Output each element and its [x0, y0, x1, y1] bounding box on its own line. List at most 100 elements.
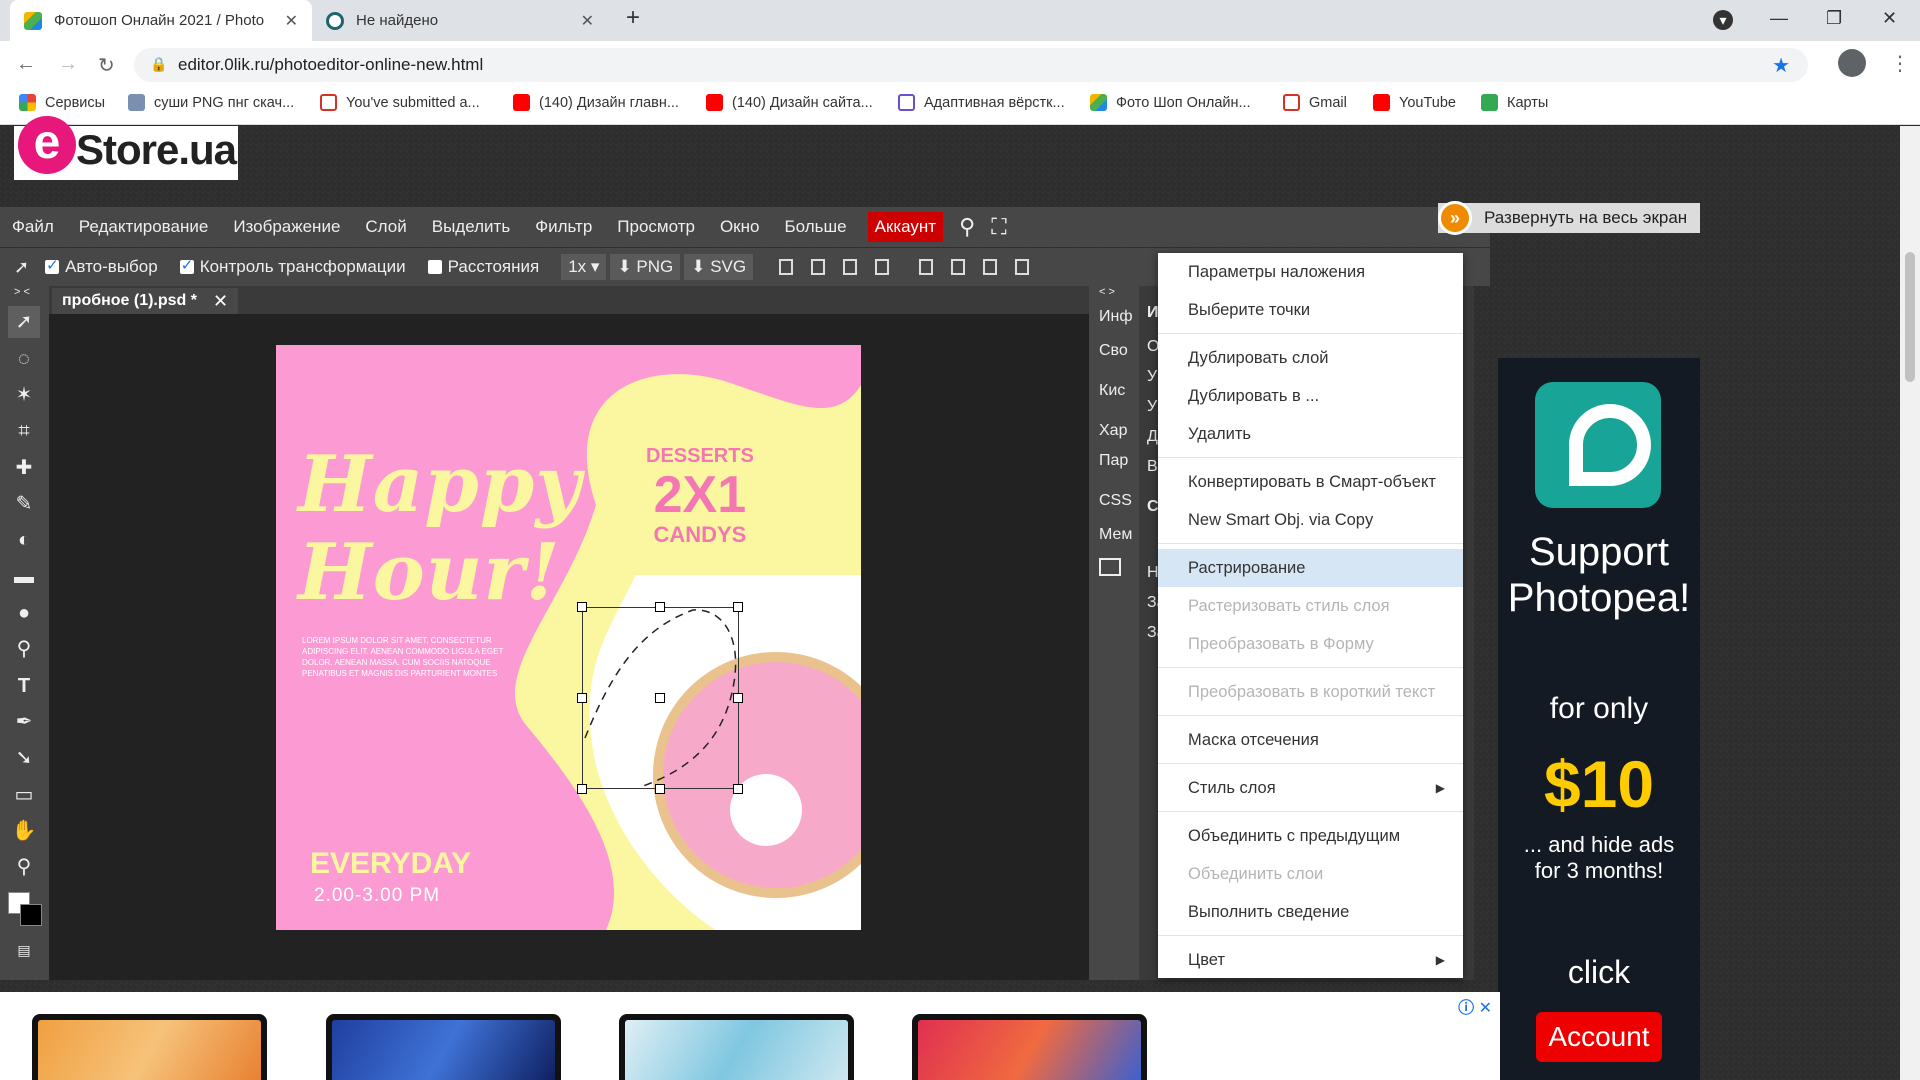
more-menu-icon[interactable]: ⋮	[1890, 51, 1910, 76]
bookmark-item[interactable]: You've submitted a...	[320, 94, 480, 111]
menu-layer[interactable]: Слой	[365, 217, 406, 237]
crop-tool-icon[interactable]: ⌗	[8, 415, 40, 447]
canvas-artwork[interactable]: Happy Hour! LOREM IPSUM DOLOR SIT AMET, C…	[276, 345, 861, 930]
account-button[interactable]: Аккаунт	[867, 212, 944, 242]
distances-checkbox[interactable]: Расстояния	[427, 257, 539, 277]
ad-close-icon[interactable]: ⓘ ✕	[1458, 994, 1492, 1018]
transform-handle[interactable]	[577, 693, 587, 703]
transform-selection[interactable]	[577, 602, 743, 794]
menu-file[interactable]: Файл	[12, 217, 54, 237]
bookmark-item[interactable]: (140) Дизайн главн...	[513, 94, 679, 111]
back-icon[interactable]: ←	[16, 53, 36, 76]
zoom-select[interactable]: 1x ▾	[561, 254, 607, 280]
menu-item-duplicate-into[interactable]: Дублировать в ...	[1158, 377, 1463, 415]
healing-brush-icon[interactable]: ✚	[8, 452, 40, 484]
bookmark-item[interactable]: суши PNG пнг скач...	[128, 94, 294, 111]
panel-tab-info[interactable]: Инф	[1099, 308, 1133, 326]
export-png-button[interactable]: ⬇ PNG	[610, 254, 681, 280]
background-color-swatch[interactable]	[20, 904, 42, 926]
collapse-toolbar-toggle[interactable]: > <	[14, 286, 30, 298]
magic-wand-icon[interactable]: ✶	[8, 379, 40, 411]
document-tab[interactable]: пробное (1).psd * ✕	[52, 288, 239, 314]
blur-tool-icon[interactable]: ●	[8, 597, 40, 629]
reload-icon[interactable]: ↻	[98, 53, 115, 78]
auto-select-checkbox[interactable]: Авто-выбор	[45, 256, 158, 277]
text-tool-icon[interactable]: T	[8, 670, 40, 702]
brush-tool-icon[interactable]: ✎	[8, 488, 40, 520]
menu-view[interactable]: Просмотр	[617, 217, 695, 237]
scrollbar-thumb[interactable]	[1905, 252, 1915, 382]
lasso-tool-icon[interactable]: ◌	[8, 343, 40, 375]
transform-handle[interactable]	[733, 784, 743, 794]
ad-account-button[interactable]: Account	[1536, 1012, 1662, 1062]
bookmark-item[interactable]: Gmail	[1283, 94, 1347, 111]
panel-tab-memory[interactable]: Мем	[1099, 526, 1132, 544]
menu-item-color[interactable]: Цвет ▶	[1158, 941, 1463, 979]
distribute-icon[interactable]	[875, 259, 890, 275]
menu-item-flatten[interactable]: Выполнить сведение	[1158, 893, 1463, 931]
menu-item-convert-smart-object[interactable]: Конвертировать в Смарт-объект	[1158, 463, 1463, 501]
eraser-tool-icon[interactable]: ◐	[8, 524, 40, 556]
zoom-tool-icon[interactable]: ⚲	[8, 851, 40, 883]
photopea-ad[interactable]: Support Photopea! for only $10 ... and h…	[1498, 358, 1700, 1080]
export-svg-button[interactable]: ⬇ SVG	[684, 254, 754, 280]
bookmark-item[interactable]: (140) Дизайн сайта...	[706, 94, 873, 111]
profile-avatar-icon[interactable]	[1838, 49, 1866, 77]
align-center-icon[interactable]	[811, 259, 826, 275]
align-right-icon[interactable]	[843, 259, 858, 275]
panel-tab-paragraph[interactable]: Пар	[1099, 452, 1128, 470]
hand-tool-icon[interactable]: ✋	[8, 815, 40, 847]
image-panel-icon[interactable]	[1099, 558, 1121, 576]
transform-handle[interactable]	[655, 693, 665, 703]
pen-tool-icon[interactable]: ✒	[8, 706, 40, 738]
transform-handle[interactable]	[655, 784, 665, 794]
expand-fullscreen-button[interactable]: » Развернуть на весь экран	[1438, 201, 1700, 235]
menu-edit[interactable]: Редактирование	[79, 217, 209, 237]
browser-tab-photoeditor[interactable]: Фотошоп Онлайн 2021 / Photo ✕	[10, 0, 312, 41]
close-window-icon[interactable]: ✕	[1882, 8, 1897, 29]
collapse-panel-toggle[interactable]: < >	[1099, 286, 1115, 298]
close-document-icon[interactable]: ✕	[213, 291, 228, 312]
bookmark-item[interactable]: Сервисы	[19, 94, 105, 111]
menu-select[interactable]: Выделить	[432, 217, 510, 237]
fullscreen-icon[interactable]: ⛶	[991, 214, 1006, 240]
menu-item-merge-down[interactable]: Объединить с предыдущим	[1158, 817, 1463, 855]
shape-tool-icon[interactable]: ▭	[8, 779, 40, 811]
distribute-vertical-icon[interactable]	[1015, 259, 1030, 275]
menu-item-layer-style[interactable]: Стиль слоя ▶	[1158, 769, 1463, 807]
menu-image[interactable]: Изображение	[233, 217, 340, 237]
transform-handle[interactable]	[733, 602, 743, 612]
move-tool-icon[interactable]: ➚	[8, 306, 40, 338]
new-tab-button[interactable]: +	[626, 4, 640, 32]
align-middle-icon[interactable]	[951, 259, 966, 275]
path-select-icon[interactable]: ➘	[8, 742, 40, 774]
transform-handle[interactable]	[733, 693, 743, 703]
bottom-ad-banner[interactable]: ⓘ ✕	[0, 992, 1500, 1080]
gradient-tool-icon[interactable]: ▬	[8, 561, 40, 593]
panel-tab-properties[interactable]: Сво	[1099, 342, 1128, 360]
menu-item-smart-obj-via-copy[interactable]: New Smart Obj. via Copy	[1158, 501, 1463, 539]
menu-item-select-points[interactable]: Выберите точки	[1158, 291, 1463, 329]
minimize-icon[interactable]: —	[1770, 8, 1788, 29]
restore-icon[interactable]: ❐	[1826, 8, 1842, 29]
panel-tab-brush[interactable]: Кис	[1099, 382, 1125, 400]
bookmark-item[interactable]: YouTube	[1373, 94, 1456, 111]
bookmark-star-icon[interactable]: ★	[1772, 53, 1790, 78]
align-bottom-icon[interactable]	[983, 259, 998, 275]
estore-logo[interactable]: e Store.ua	[14, 116, 238, 180]
bookmark-item[interactable]: Фото Шоп Онлайн...	[1090, 94, 1251, 111]
page-scrollbar[interactable]	[1900, 126, 1920, 1080]
menu-item-clipping-mask[interactable]: Маска отсечения	[1158, 721, 1463, 759]
url-field[interactable]: 🔒 editor.0lik.ru/photoeditor-online-new.…	[134, 48, 1808, 82]
menu-item-rasterize[interactable]: Растрирование	[1158, 549, 1463, 587]
dodge-tool-icon[interactable]: ⚲	[8, 633, 40, 665]
menu-item-duplicate-layer[interactable]: Дублировать слой	[1158, 339, 1463, 377]
menu-filter[interactable]: Фильтр	[535, 217, 592, 237]
align-top-icon[interactable]	[919, 259, 934, 275]
forward-icon[interactable]: →	[58, 53, 78, 76]
menu-item-delete[interactable]: Удалить	[1158, 415, 1463, 453]
menu-more[interactable]: Больше	[784, 217, 846, 237]
bookmark-item[interactable]: Адаптивная вёрстк...	[898, 94, 1065, 111]
transform-handle[interactable]	[577, 602, 587, 612]
menu-window[interactable]: Окно	[720, 217, 760, 237]
